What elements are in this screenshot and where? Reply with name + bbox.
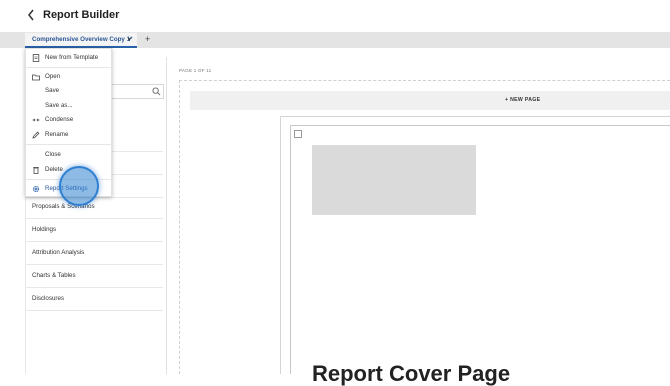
sidebar-divider <box>26 241 163 242</box>
menu-item-delete[interactable]: Delete <box>26 163 113 177</box>
gear-icon <box>32 185 40 193</box>
menu-item-label: Condense <box>45 116 74 123</box>
sidebar-item-proposals[interactable]: Proposals & Scenarios <box>32 203 95 210</box>
menu-item-save-as[interactable]: Save as... <box>26 99 113 113</box>
menu-item-label: Save as... <box>45 102 73 109</box>
chevron-left-icon <box>28 9 34 21</box>
sidebar-item-charts[interactable]: Charts & Tables <box>32 272 76 279</box>
document-icon <box>32 54 40 62</box>
menu-item-close[interactable]: Close <box>26 148 113 162</box>
menu-item-label: Report Settings <box>45 185 88 192</box>
page-title: Report Builder <box>43 9 120 21</box>
page-select-checkbox[interactable] <box>294 130 302 138</box>
sidebar-item-holdings[interactable]: Holdings <box>32 226 56 233</box>
new-page-label[interactable]: + NEW PAGE <box>505 97 540 103</box>
menu-item-new-from-template[interactable]: New from Template <box>26 51 113 65</box>
menu-item-condense[interactable]: Condense <box>26 113 113 127</box>
sidebar-divider <box>26 310 163 311</box>
caret-down-icon[interactable]: ▼ <box>127 37 132 43</box>
condense-icon <box>32 118 40 122</box>
menu-item-rename[interactable]: Rename <box>26 128 113 142</box>
cover-title[interactable]: Report Cover Page <box>312 362 510 386</box>
menu-item-report-settings[interactable]: Report Settings <box>26 182 113 196</box>
sidebar-item-disclosures[interactable]: Disclosures <box>32 295 64 302</box>
sidebar-divider <box>26 197 163 198</box>
sidebar-divider <box>26 287 163 288</box>
menu-divider <box>26 67 113 68</box>
sidebar-divider <box>26 264 163 265</box>
menu-item-label: Delete <box>45 166 63 173</box>
menu-item-label: Close <box>45 151 61 158</box>
back-button[interactable] <box>26 8 40 24</box>
menu-item-label: Open <box>45 73 61 80</box>
file-menu: New from Template Open Save Save as... C… <box>25 48 113 197</box>
menu-divider <box>26 144 113 145</box>
menu-item-label: Rename <box>45 131 69 138</box>
menu-item-label: Save <box>45 87 60 94</box>
sidebar-divider <box>26 218 163 219</box>
folder-icon <box>32 74 40 81</box>
menu-item-save[interactable]: Save <box>26 84 113 98</box>
menu-divider <box>26 179 113 180</box>
tab-report-label[interactable]: Comprehensive Overview Copy 1* <box>32 36 132 43</box>
image-placeholder[interactable] <box>312 145 476 215</box>
menu-item-label: New from Template <box>45 54 99 61</box>
page-indicator: PAGE 1 OF 11 <box>179 68 212 73</box>
menu-item-open[interactable]: Open <box>26 70 113 84</box>
pencil-icon <box>32 131 40 139</box>
search-icon <box>152 87 161 96</box>
sidebar-item-attribution[interactable]: Attribution Analysis <box>32 249 84 256</box>
add-tab-button[interactable]: + <box>145 34 150 44</box>
trash-icon <box>33 167 39 174</box>
new-page-button[interactable] <box>190 91 670 110</box>
